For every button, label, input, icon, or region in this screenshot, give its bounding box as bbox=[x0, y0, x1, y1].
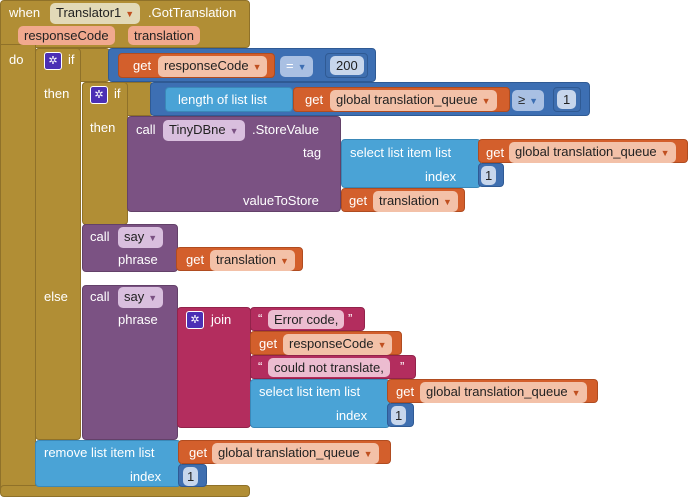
event-name: .GotTranslation bbox=[148, 5, 237, 20]
select-label: select list item list bbox=[259, 384, 361, 399]
dropdown-arrow-icon: ▼ bbox=[571, 388, 581, 398]
get-label: get bbox=[186, 252, 205, 267]
index-label: index bbox=[425, 169, 457, 184]
variable-name: global translation_queue bbox=[515, 144, 657, 159]
if-label: if bbox=[68, 52, 75, 67]
dropdown-arrow-icon: ▼ bbox=[148, 293, 158, 303]
say-block[interactable] bbox=[82, 285, 178, 440]
variable-name: global translation_queue bbox=[426, 384, 568, 399]
dropdown-arrow-icon: ▼ bbox=[377, 340, 387, 350]
variable-dropdown[interactable]: global translation_queue ▼ bbox=[420, 382, 587, 403]
operator-dropdown[interactable]: ≥ ▼ bbox=[512, 90, 545, 111]
get-label: get bbox=[133, 58, 152, 73]
call-label: call bbox=[90, 229, 110, 244]
variable-dropdown[interactable]: translation ▼ bbox=[373, 191, 458, 212]
dropdown-arrow-icon: ▼ bbox=[148, 233, 158, 243]
variable-name: translation bbox=[379, 193, 439, 208]
variable-name: responseCode bbox=[164, 58, 249, 73]
dropdown-arrow-icon: ▼ bbox=[529, 96, 539, 106]
param-responsecode[interactable]: responseCode bbox=[18, 26, 115, 45]
variable-dropdown[interactable]: global translation_queue ▼ bbox=[212, 443, 379, 464]
operator-dropdown[interactable]: = ▼ bbox=[280, 56, 313, 77]
method-name: say bbox=[124, 229, 145, 244]
number-value[interactable]: 1 bbox=[481, 166, 497, 185]
select-label: select list item list bbox=[350, 145, 452, 160]
number-value[interactable]: 1 bbox=[391, 406, 407, 425]
variable-dropdown[interactable]: global translation_queue ▼ bbox=[509, 142, 676, 163]
then-label: then bbox=[44, 86, 70, 101]
gear-icon[interactable]: ✲ bbox=[186, 311, 204, 329]
number-value[interactable]: 200 bbox=[330, 56, 364, 75]
else-label: else bbox=[44, 289, 68, 304]
dropdown-arrow-icon: ▼ bbox=[363, 449, 373, 459]
event-do-column bbox=[0, 44, 36, 494]
variable-dropdown[interactable]: translation ▼ bbox=[210, 250, 295, 271]
quote-open: “ bbox=[258, 359, 263, 374]
operator: = bbox=[286, 58, 294, 73]
component-dropdown[interactable]: Translator1 ▼ bbox=[50, 3, 141, 24]
if-label: if bbox=[114, 86, 121, 101]
component-dropdown[interactable]: TinyDBne ▼ bbox=[163, 120, 245, 141]
get-label: get bbox=[486, 145, 505, 160]
dropdown-arrow-icon: ▼ bbox=[442, 197, 452, 207]
variable-name: responseCode bbox=[289, 336, 374, 351]
dropdown-arrow-icon: ▼ bbox=[279, 256, 289, 266]
gear-icon[interactable]: ✲ bbox=[44, 52, 62, 70]
variable-name: global translation_queue bbox=[336, 92, 478, 107]
quote-open: “ bbox=[258, 311, 263, 326]
when-label: when bbox=[9, 5, 41, 20]
get-label: get bbox=[305, 92, 324, 107]
dropdown-arrow-icon: ▼ bbox=[481, 96, 491, 106]
gear-icon[interactable]: ✲ bbox=[90, 86, 108, 104]
quote-close: ” bbox=[348, 311, 353, 326]
index-label: index bbox=[336, 408, 368, 423]
method-dropdown[interactable]: say ▼ bbox=[118, 287, 164, 308]
do-label: do bbox=[9, 52, 24, 67]
phrase-label: phrase bbox=[118, 312, 158, 327]
call-label: call bbox=[136, 122, 156, 137]
param-translation[interactable]: translation bbox=[128, 26, 200, 45]
get-label: get bbox=[349, 193, 368, 208]
value-label: valueToStore bbox=[243, 193, 319, 208]
variable-dropdown[interactable]: global translation_queue ▼ bbox=[330, 90, 497, 111]
dropdown-arrow-icon: ▼ bbox=[297, 62, 307, 72]
dropdown-arrow-icon: ▼ bbox=[252, 62, 262, 72]
if-else-column bbox=[35, 48, 81, 440]
method-name: .StoreValue bbox=[252, 122, 319, 137]
method-dropdown[interactable]: say ▼ bbox=[118, 227, 164, 248]
join-label: join bbox=[211, 312, 232, 327]
get-label: get bbox=[396, 384, 415, 399]
variable-dropdown[interactable]: responseCode ▼ bbox=[283, 334, 393, 355]
method-name: say bbox=[124, 289, 145, 304]
text-value[interactable]: Error code, bbox=[268, 310, 345, 329]
dropdown-arrow-icon: ▼ bbox=[660, 148, 670, 158]
remove-label: remove list item list bbox=[44, 445, 155, 460]
dropdown-arrow-icon: ▼ bbox=[125, 9, 135, 19]
text-value[interactable]: could not translate, bbox=[268, 358, 390, 377]
variable-dropdown[interactable]: responseCode ▼ bbox=[158, 56, 268, 77]
component-name: TinyDBne bbox=[169, 122, 226, 137]
length-label: length of list list bbox=[178, 92, 267, 107]
phrase-label: phrase bbox=[118, 252, 158, 267]
number-value[interactable]: 1 bbox=[183, 467, 199, 486]
get-label: get bbox=[189, 445, 208, 460]
operator: ≥ bbox=[518, 92, 526, 107]
get-label: get bbox=[259, 336, 278, 351]
index-label: index bbox=[130, 469, 162, 484]
number-value[interactable]: 1 bbox=[557, 90, 577, 109]
dropdown-arrow-icon: ▼ bbox=[229, 126, 239, 136]
variable-name: global translation_queue bbox=[218, 445, 360, 460]
quote-close: ” bbox=[400, 359, 405, 374]
component-name: Translator1 bbox=[56, 5, 122, 20]
tag-label: tag bbox=[303, 145, 322, 160]
variable-name: translation bbox=[216, 252, 276, 267]
call-label: call bbox=[90, 289, 110, 304]
then-label: then bbox=[90, 120, 116, 135]
